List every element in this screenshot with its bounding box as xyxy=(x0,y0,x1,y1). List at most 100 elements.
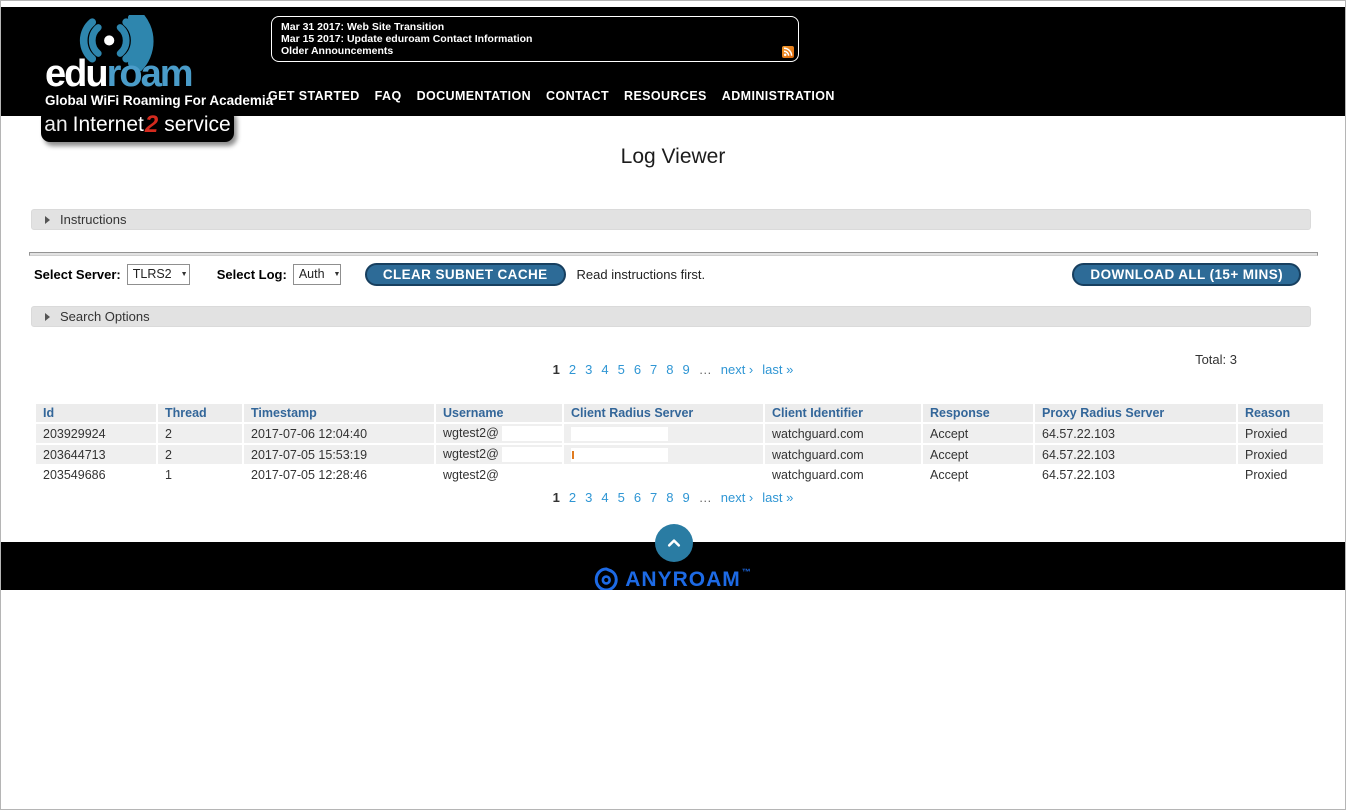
col-id[interactable]: Id xyxy=(36,404,156,422)
pagination-bottom: 1 2 3 4 5 6 7 8 9 … next › last » xyxy=(1,490,1345,505)
col-reason[interactable]: Reason xyxy=(1238,404,1323,422)
back-to-top-button[interactable] xyxy=(655,524,693,562)
eduroam-wordmark: eduroam xyxy=(45,53,193,95)
cell-client-identifier: watchguard.com xyxy=(765,466,921,485)
pager-last[interactable]: last » xyxy=(762,362,793,377)
col-timestamp[interactable]: Timestamp xyxy=(244,404,434,422)
cell-client-identifier: watchguard.com xyxy=(765,424,921,444)
redaction-artifact xyxy=(572,451,574,460)
instructions-collapsible[interactable]: Instructions xyxy=(31,209,1311,230)
search-options-collapsible[interactable]: Search Options xyxy=(31,306,1311,327)
log-table-container: Id Thread Timestamp Username Client Radi… xyxy=(34,402,1323,486)
nav-contact[interactable]: CONTACT xyxy=(546,89,609,103)
cell-timestamp: 2017-07-06 12:04:40 xyxy=(244,424,434,444)
horizontal-divider xyxy=(29,252,1318,256)
anyroam-swirl-icon xyxy=(594,567,618,590)
internet2-badge: an Internet 2 service xyxy=(41,108,234,142)
select-server-label: Select Server: xyxy=(34,266,121,282)
nav-resources[interactable]: RESOURCES xyxy=(624,89,707,103)
nav-documentation[interactable]: DOCUMENTATION xyxy=(417,89,531,103)
controls-row: Select Server: TLRS2 ▼ Select Log: Auth … xyxy=(34,262,1301,286)
pager-page[interactable]: 5 xyxy=(618,490,625,505)
triangle-right-icon xyxy=(45,215,50,224)
pager-page[interactable]: 4 xyxy=(601,490,608,505)
cell-proxy-radius-server: 64.57.22.103 xyxy=(1035,424,1236,444)
pager-page[interactable]: 6 xyxy=(634,490,641,505)
cell-username: wgtest2@ xyxy=(436,466,562,485)
col-thread[interactable]: Thread xyxy=(158,404,242,422)
pager-page[interactable]: 6 xyxy=(634,362,641,377)
anyroam-logo[interactable]: ANYROAM ™ xyxy=(594,567,752,590)
pager-page[interactable]: 7 xyxy=(650,362,657,377)
pager-page[interactable]: 3 xyxy=(585,362,592,377)
pager-page[interactable]: 9 xyxy=(683,490,690,505)
cell-thread: 1 xyxy=(158,466,242,485)
pager-page[interactable]: 8 xyxy=(666,362,673,377)
cell-proxy-radius-server: 64.57.22.103 xyxy=(1035,445,1236,465)
pager-ellipsis: … xyxy=(698,490,712,505)
clear-subnet-cache-button[interactable]: CLEAR SUBNET CACHE xyxy=(364,262,566,286)
main-nav: GET STARTED FAQ DOCUMENTATION CONTACT RE… xyxy=(268,89,850,103)
browser-page: eduroam Global WiFi Roaming For Academia… xyxy=(0,0,1346,810)
older-announcements-link[interactable]: Older Announcements xyxy=(281,45,393,57)
pager-page[interactable]: 2 xyxy=(569,362,576,377)
server-select[interactable]: TLRS2 ▼ xyxy=(126,263,190,285)
pager-current: 1 xyxy=(552,362,560,377)
trademark-symbol: ™ xyxy=(741,567,752,577)
cell-client-radius-server xyxy=(564,466,763,485)
pager-current: 1 xyxy=(552,490,560,505)
col-username[interactable]: Username xyxy=(436,404,562,422)
cell-response: Accept xyxy=(923,466,1033,485)
cell-timestamp: 2017-07-05 15:53:19 xyxy=(244,445,434,465)
table-header-row: Id Thread Timestamp Username Client Radi… xyxy=(36,404,1323,422)
pager-page[interactable]: 4 xyxy=(601,362,608,377)
chevron-down-icon: ▼ xyxy=(180,270,188,278)
pager-next[interactable]: next › xyxy=(721,362,754,377)
cell-id: 203929924 xyxy=(36,424,156,444)
triangle-right-icon xyxy=(45,312,50,321)
pager-page[interactable]: 8 xyxy=(666,490,673,505)
log-select[interactable]: Auth ▼ xyxy=(292,263,341,285)
cell-timestamp: 2017-07-05 12:28:46 xyxy=(244,466,434,485)
col-client-radius-server[interactable]: Client Radius Server xyxy=(564,404,763,422)
cell-thread: 2 xyxy=(158,445,242,465)
announcements-box: Mar 31 2017: Web Site Transition Mar 15 … xyxy=(271,16,799,62)
table-row: 203644713 2 2017-07-05 15:53:19 wgtest2@… xyxy=(36,445,1323,465)
announcement-line: Mar 15 2017: Update eduroam Contact Info… xyxy=(281,33,533,45)
redaction-box xyxy=(501,426,562,442)
nav-faq[interactable]: FAQ xyxy=(375,89,402,103)
redaction-box xyxy=(571,426,668,441)
cell-username: wgtest2@ xyxy=(436,445,562,465)
cell-username: wgtest2@ xyxy=(436,424,562,444)
pager-next[interactable]: next › xyxy=(721,490,754,505)
cell-thread: 2 xyxy=(158,424,242,444)
table-row: 203929924 2 2017-07-06 12:04:40 wgtest2@… xyxy=(36,424,1323,444)
rss-icon[interactable] xyxy=(782,46,794,58)
pager-page[interactable]: 7 xyxy=(650,490,657,505)
instructions-note: Read instructions first. xyxy=(576,266,706,282)
col-client-identifier[interactable]: Client Identifier xyxy=(765,404,921,422)
pager-page[interactable]: 3 xyxy=(585,490,592,505)
instructions-label: Instructions xyxy=(60,212,127,227)
log-select-value: Auth xyxy=(298,267,325,281)
page-title: Log Viewer xyxy=(620,145,726,168)
search-options-label: Search Options xyxy=(60,309,150,324)
table-row: 203549686 1 2017-07-05 12:28:46 wgtest2@… xyxy=(36,466,1323,485)
cell-client-radius-server xyxy=(564,445,763,465)
pager-last[interactable]: last » xyxy=(762,490,793,505)
anyroam-wordmark: ANYROAM xyxy=(625,568,741,590)
pager-page[interactable]: 5 xyxy=(618,362,625,377)
chevron-down-icon: ▼ xyxy=(333,270,341,278)
nav-get-started[interactable]: GET STARTED xyxy=(268,89,360,103)
server-select-value: TLRS2 xyxy=(132,267,172,281)
pager-page[interactable]: 2 xyxy=(569,490,576,505)
pager-page[interactable]: 9 xyxy=(683,362,690,377)
cell-id: 203644713 xyxy=(36,445,156,465)
nav-administration[interactable]: ADMINISTRATION xyxy=(722,89,835,103)
col-response[interactable]: Response xyxy=(923,404,1033,422)
pagination-top: 1 2 3 4 5 6 7 8 9 … next › last » xyxy=(1,362,1345,377)
col-proxy-radius-server[interactable]: Proxy Radius Server xyxy=(1035,404,1236,422)
eduroam-logo[interactable]: eduroam Global WiFi Roaming For Academia xyxy=(45,15,273,108)
redaction-box xyxy=(501,447,562,463)
download-all-button[interactable]: DOWNLOAD ALL (15+ MINS) xyxy=(1072,262,1301,286)
